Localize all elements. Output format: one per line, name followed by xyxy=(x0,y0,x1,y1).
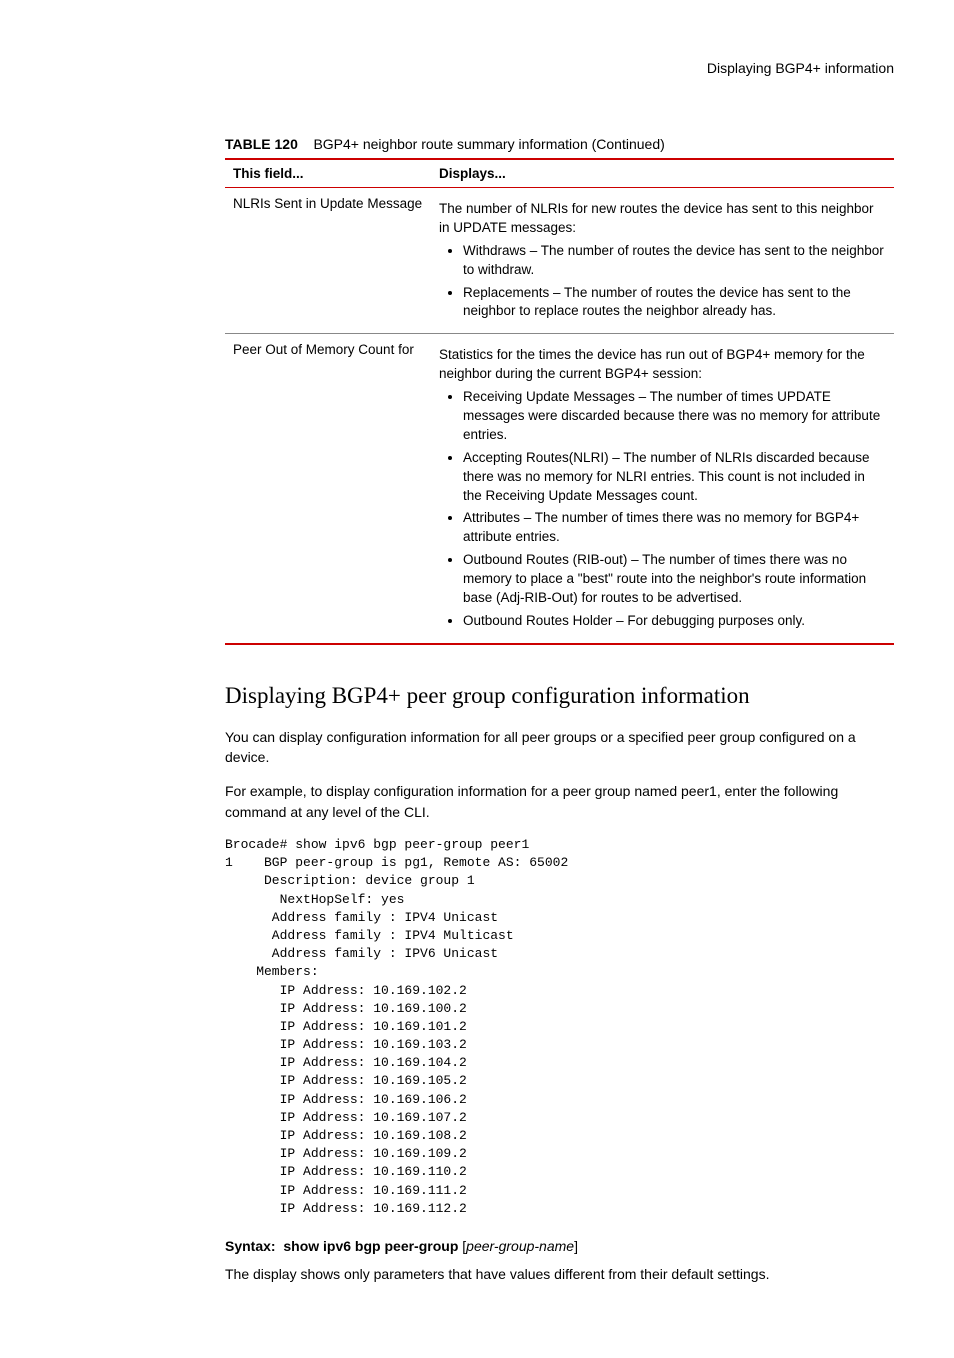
running-header-text: Displaying BGP4+ information xyxy=(707,60,894,76)
cell-intro: Statistics for the times the device has … xyxy=(439,346,886,384)
syntax-command: show ipv6 bgp peer-group xyxy=(283,1238,458,1254)
table-row: NLRIs Sent in Update Message The number … xyxy=(225,188,894,334)
col-header-field: This field... xyxy=(225,159,431,188)
bullet-item: Withdraws – The number of routes the dev… xyxy=(463,242,886,280)
table-caption: TABLE 120 BGP4+ neighbor route summary i… xyxy=(225,136,894,152)
table-number: TABLE 120 xyxy=(225,136,298,152)
table-row: Peer Out of Memory Count for Statistics … xyxy=(225,334,894,644)
section-title: Displaying BGP4+ peer group configuratio… xyxy=(225,683,894,709)
bullet-item: Receiving Update Messages – The number o… xyxy=(463,388,886,445)
col-header-displays: Displays... xyxy=(431,159,894,188)
cell-bullets: Withdraws – The number of routes the dev… xyxy=(439,242,886,322)
body-paragraph: For example, to display configuration in… xyxy=(225,781,894,822)
syntax-line: Syntax: show ipv6 bgp peer-group [peer-g… xyxy=(225,1238,894,1254)
syntax-bracket-close: ] xyxy=(574,1238,578,1254)
cell-displays: Statistics for the times the device has … xyxy=(431,334,894,644)
bullet-item: Accepting Routes(NLRI) – The number of N… xyxy=(463,449,886,506)
bullet-item: Attributes – The number of times there w… xyxy=(463,509,886,547)
cell-bullets: Receiving Update Messages – The number o… xyxy=(439,388,886,631)
syntax-label: Syntax: xyxy=(225,1238,276,1254)
table-caption-text: BGP4+ neighbor route summary information… xyxy=(313,136,664,152)
summary-table: This field... Displays... NLRIs Sent in … xyxy=(225,158,894,645)
cell-displays: The number of NLRIs for new routes the d… xyxy=(431,188,894,334)
syntax-param: peer-group-name xyxy=(466,1238,574,1254)
body-paragraph: The display shows only parameters that h… xyxy=(225,1264,894,1284)
table-header-row: This field... Displays... xyxy=(225,159,894,188)
bullet-item: Outbound Routes Holder – For debugging p… xyxy=(463,612,886,631)
bullet-item: Replacements – The number of routes the … xyxy=(463,284,886,322)
code-block: Brocade# show ipv6 bgp peer-group peer1 … xyxy=(225,836,894,1218)
running-header: Displaying BGP4+ information xyxy=(225,60,894,76)
cell-field: Peer Out of Memory Count for xyxy=(225,334,431,644)
cell-intro: The number of NLRIs for new routes the d… xyxy=(439,200,886,238)
bullet-item: Outbound Routes (RIB-out) – The number o… xyxy=(463,551,886,608)
body-paragraph: You can display configuration informatio… xyxy=(225,727,894,768)
cell-field: NLRIs Sent in Update Message xyxy=(225,188,431,334)
